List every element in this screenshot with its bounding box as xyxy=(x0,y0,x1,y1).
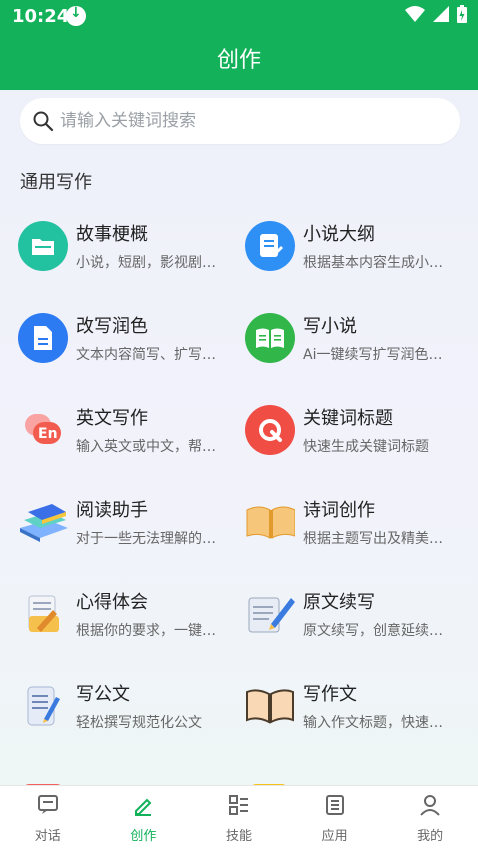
tab-label: 创作 xyxy=(130,828,157,844)
card-text: 写小说 Ai一键续写扩写润色… xyxy=(303,312,453,364)
tool-card[interactable]: 表白信 xyxy=(18,762,248,785)
card-title: 心得体会 xyxy=(76,592,148,613)
content[interactable]: 通用写作 故事梗概小说，短剧，影视剧… 小说大纲根据基本内容生成小… 改写润色文本内… xyxy=(0,90,478,785)
tool-card[interactable]: 改写润色文本内容简写、扩写… xyxy=(18,302,248,374)
list-icon xyxy=(323,793,347,821)
card-desc: 快速生成关键词标题 xyxy=(303,439,429,455)
page-title: 创作 xyxy=(216,48,261,73)
en-chat-icon: En xyxy=(18,405,68,455)
tool-card[interactable]: 故事梗概小说，短剧，影视剧… xyxy=(18,210,248,282)
q-letter-icon xyxy=(245,405,295,455)
section-title: 通用写作 xyxy=(20,172,92,193)
tool-card[interactable]: 小说大纲根据基本内容生成小… xyxy=(245,210,475,282)
card-title: 关键词标题 xyxy=(303,408,393,429)
card-desc: 根据主题写出及精美… xyxy=(303,531,443,547)
file-icon xyxy=(18,313,68,363)
system-icons xyxy=(404,4,468,24)
tab-label: 对话 xyxy=(34,828,61,844)
tab-list[interactable]: 应用 xyxy=(287,786,383,850)
card-title: 小说大纲 xyxy=(303,224,375,245)
card-text: 写作文输入作文标题，快速… xyxy=(303,680,453,732)
tool-card[interactable]: 写故事 xyxy=(245,762,475,785)
tab-grid-list[interactable]: 技能 xyxy=(191,786,287,850)
card-text: 改写润色文本内容简写、扩写… xyxy=(76,312,226,364)
card-text: 关键词标题快速生成关键词标题 xyxy=(303,404,453,456)
folder-icon xyxy=(18,221,68,271)
card-title: 写公文 xyxy=(76,684,130,705)
card-desc: 对于一些无法理解的… xyxy=(76,531,216,547)
card-title: 故事梗概 xyxy=(76,224,148,245)
tab-pen[interactable]: 创作 xyxy=(96,786,192,850)
status-bar: 10:24 xyxy=(0,0,478,32)
card-text: 小说大纲根据基本内容生成小… xyxy=(303,220,453,272)
open-book-icon xyxy=(245,313,295,363)
letter-icon xyxy=(18,773,68,785)
card-title: 改写润色 xyxy=(76,316,148,337)
card-title: 写小说 xyxy=(303,316,357,337)
story-icon xyxy=(245,773,295,785)
card-text: 英文写作输入英文或中文，帮… xyxy=(76,404,226,456)
signal-icon xyxy=(433,6,449,22)
card-desc: 输入作文标题，快速… xyxy=(303,715,443,731)
tab-label: 我的 xyxy=(417,828,444,844)
pen-icon xyxy=(131,793,155,821)
search-bar[interactable] xyxy=(20,98,460,144)
card-desc: 输入英文或中文，帮… xyxy=(76,439,216,455)
tab-label: 应用 xyxy=(321,828,348,844)
card-desc: 根据你的要求，一键… xyxy=(76,623,216,639)
search-input[interactable] xyxy=(60,111,420,131)
tool-card[interactable]: 阅读助手对于一些无法理解的… xyxy=(18,486,248,558)
notes-icon xyxy=(18,589,68,639)
tab-label: 技能 xyxy=(225,828,252,844)
tab-chat[interactable]: 对话 xyxy=(0,786,96,850)
app-bar: 创作 xyxy=(0,32,478,90)
tool-card[interactable]: 心得体会根据你的要求，一键… xyxy=(18,578,248,650)
card-text: 故事梗概小说，短剧，影视剧… xyxy=(76,220,226,272)
svg-text:En: En xyxy=(38,426,58,442)
download-icon xyxy=(66,5,86,26)
card-desc: 文本内容简写、扩写… xyxy=(76,347,216,363)
book-icon xyxy=(245,681,295,731)
tool-card[interactable]: 写作文输入作文标题，快速… xyxy=(245,670,475,742)
user-icon xyxy=(418,793,442,821)
pen-paper-icon xyxy=(245,589,295,639)
card-title: 英文写作 xyxy=(76,408,148,429)
card-desc: 轻松撰写规范化公文 xyxy=(76,715,202,731)
card-title: 写作文 xyxy=(303,684,357,705)
battery-icon xyxy=(457,5,467,23)
document-edit-icon xyxy=(245,221,295,271)
card-title: 阅读助手 xyxy=(76,500,148,521)
card-desc: 原文续写，创意延续… xyxy=(303,623,443,639)
grid-list-icon xyxy=(227,793,251,821)
card-text: 心得体会根据你的要求，一键… xyxy=(76,588,226,640)
open-book-icon xyxy=(245,497,295,547)
tool-card[interactable]: 诗词创作根据主题写出及精美… xyxy=(245,486,475,558)
card-desc: 小说，短剧，影视剧… xyxy=(76,255,216,271)
card-text: 写公文轻松撰写规范化公文 xyxy=(76,680,226,732)
card-text: 诗词创作根据主题写出及精美… xyxy=(303,496,453,548)
card-desc: 根据基本内容生成小… xyxy=(303,255,443,271)
wifi-icon xyxy=(405,6,425,22)
book-stack-icon xyxy=(18,497,68,547)
card-desc: Ai一键续写扩写润色… xyxy=(303,347,443,363)
card-title: 诗词创作 xyxy=(303,500,375,521)
tool-card[interactable]: 关键词标题快速生成关键词标题 xyxy=(245,394,475,466)
status-time: 10:24 xyxy=(12,6,70,27)
search-icon xyxy=(33,111,54,132)
card-text: 阅读助手对于一些无法理解的… xyxy=(76,496,226,548)
card-text: 原文续写原文续写，创意延续… xyxy=(303,588,453,640)
tool-card[interactable]: En 英文写作输入英文或中文，帮… xyxy=(18,394,248,466)
card-title: 原文续写 xyxy=(303,592,375,613)
chat-icon xyxy=(36,793,60,821)
tool-card[interactable]: 写小说 Ai一键续写扩写润色… xyxy=(245,302,475,374)
tool-card[interactable]: 写公文轻松撰写规范化公文 xyxy=(18,670,248,742)
doc-pen-icon xyxy=(18,681,68,731)
tab-user[interactable]: 我的 xyxy=(382,786,478,850)
tool-card[interactable]: 原文续写原文续写，创意延续… xyxy=(245,578,475,650)
bottom-nav: 对话 创作 技能 应用 我的 xyxy=(0,785,478,850)
